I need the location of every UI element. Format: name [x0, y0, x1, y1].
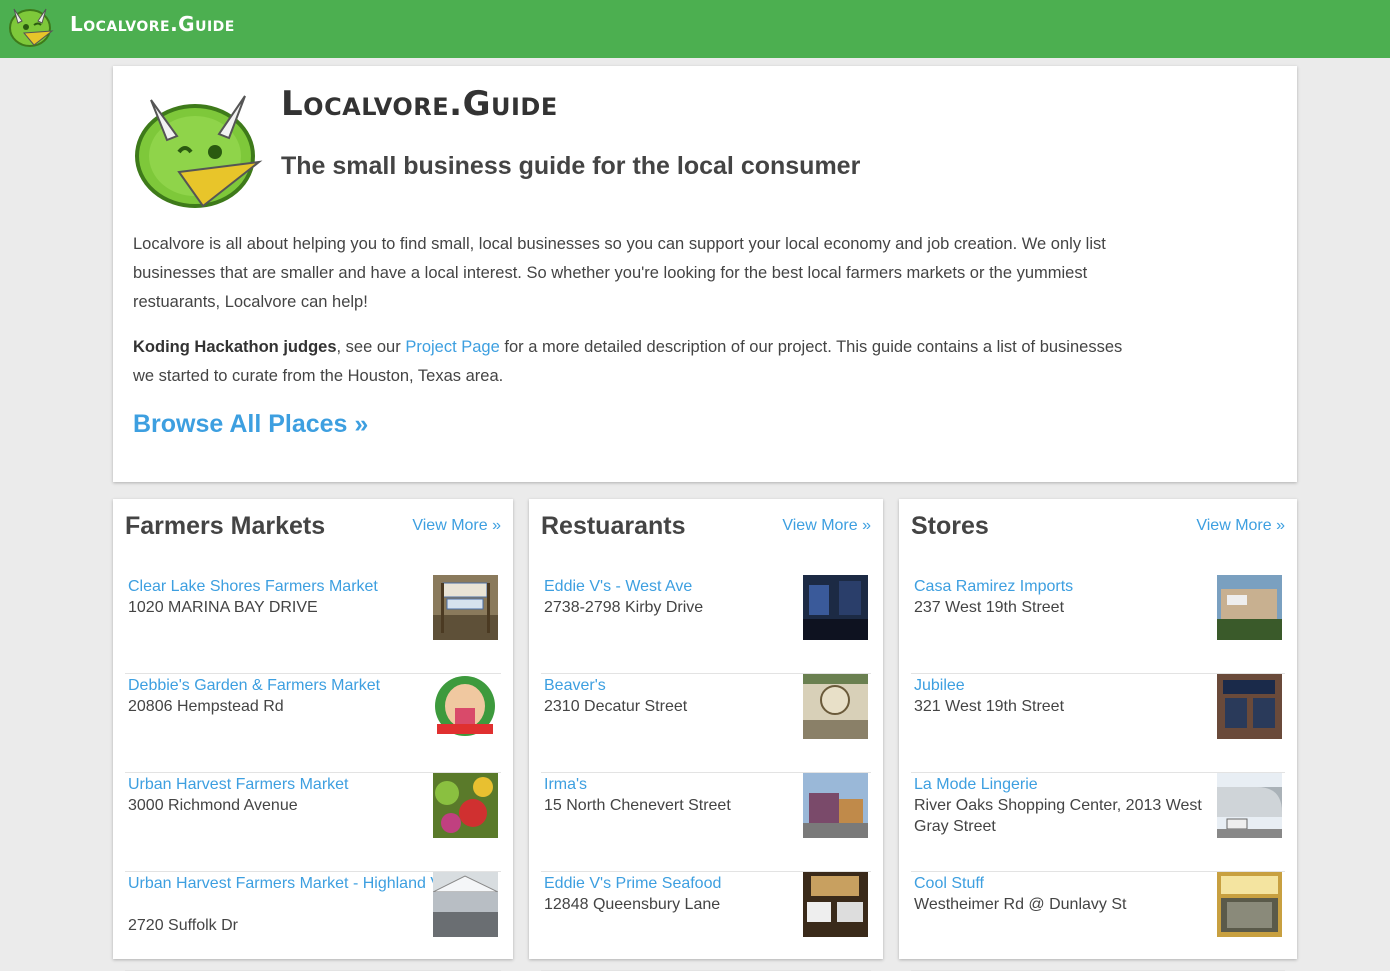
place-address: River Oaks Shopping Center, 2013 West Gr…	[914, 797, 1202, 835]
triceratops-logo-icon	[135, 95, 263, 208]
place-address: 237 West 19th Street	[914, 599, 1065, 616]
list-item: Eddie V's Prime Seafood 12848 Queensbury…	[541, 872, 871, 971]
place-link[interactable]: Urban Harvest Farmers Market	[128, 774, 349, 795]
place-link[interactable]: Eddie V's - West Ave	[544, 576, 692, 597]
place-address: 2720 Suffolk Dr	[128, 917, 238, 934]
intro-paragraph: Localvore is all about helping you to fi…	[133, 235, 1106, 311]
list-item: Debbie's Garden & Farmers Market 20806 H…	[125, 674, 501, 773]
place-thumbnail[interactable]	[1217, 872, 1282, 937]
place-thumbnail[interactable]	[803, 674, 868, 739]
place-thumbnail[interactable]	[433, 773, 498, 838]
place-address: 20806 Hempstead Rd	[128, 698, 284, 715]
place-address: 12848 Queensbury Lane	[544, 896, 721, 913]
place-thumbnail[interactable]	[803, 575, 868, 640]
view-more-link[interactable]: View More »	[782, 517, 871, 535]
place-thumbnail[interactable]	[1217, 674, 1282, 739]
view-more-link[interactable]: View More »	[1196, 517, 1285, 535]
place-thumbnail[interactable]	[1217, 575, 1282, 640]
place-address: 2738-2798 Kirby Drive	[544, 599, 704, 616]
list-item: Eddie V's - West Ave 2738-2798 Kirby Dri…	[541, 575, 871, 674]
place-list: Clear Lake Shores Farmers Market 1020 MA…	[125, 575, 501, 971]
place-link[interactable]: Clear Lake Shores Farmers Market	[128, 576, 378, 597]
restuarants-panel: Restuarants View More » Eddie V's - West…	[529, 499, 883, 971]
place-link[interactable]: Beaver's	[544, 675, 606, 696]
place-list: Casa Ramirez Imports 237 West 19th Stree…	[911, 575, 1285, 971]
section-title: Restuarants	[541, 512, 686, 540]
farmers-markets-panel: Farmers Markets View More » Clear Lake S…	[113, 499, 513, 971]
place-link[interactable]: Jubilee	[914, 675, 965, 696]
list-item: Irma's 15 North Chenevert Street	[541, 773, 871, 872]
place-link[interactable]: Casa Ramirez Imports	[914, 576, 1073, 597]
place-address: 15 North Chenevert Street	[544, 797, 731, 814]
judges-text-pre: , see our	[336, 338, 406, 356]
place-address: 2310 Decatur Street	[544, 698, 688, 715]
place-list: Eddie V's - West Ave 2738-2798 Kirby Dri…	[541, 575, 871, 971]
place-thumbnail[interactable]	[433, 872, 498, 937]
browse-all-places-link[interactable]: Browse All Places »	[133, 410, 368, 439]
triceratops-logo-icon[interactable]	[6, 3, 58, 49]
list-item: Jubilee 321 West 19th Street	[911, 674, 1285, 773]
place-thumbnail[interactable]	[1217, 773, 1282, 838]
place-link[interactable]: Urban Harvest Farmers Market - Highland …	[128, 873, 478, 894]
list-item: Clear Lake Shores Farmers Market 1020 MA…	[125, 575, 501, 674]
judges-label: Koding Hackathon judges	[133, 338, 337, 356]
place-link[interactable]: La Mode Lingerie	[914, 774, 1038, 795]
page-title: Localvore.Guide	[281, 84, 558, 124]
brand-link[interactable]: Localvore.Guide	[70, 12, 235, 36]
place-thumbnail[interactable]	[433, 575, 498, 640]
section-title: Stores	[911, 512, 989, 540]
top-navbar: Localvore.Guide	[0, 0, 1390, 58]
place-link[interactable]: Cool Stuff	[914, 873, 984, 894]
list-item: La Mode Lingerie River Oaks Shopping Cen…	[911, 773, 1285, 872]
place-link[interactable]: Eddie V's Prime Seafood	[544, 873, 721, 894]
list-item: Beaver's 2310 Decatur Street	[541, 674, 871, 773]
place-thumbnail[interactable]	[433, 674, 498, 739]
list-item: Cool Stuff Westheimer Rd @ Dunlavy St	[911, 872, 1285, 971]
judges-paragraph: Koding Hackathon judges, see our Project…	[133, 333, 1123, 391]
project-page-link[interactable]: Project Page	[405, 338, 499, 356]
place-thumbnail[interactable]	[803, 773, 868, 838]
place-address: Westheimer Rd @ Dunlavy St	[914, 896, 1127, 913]
place-thumbnail[interactable]	[803, 872, 868, 937]
list-item: Urban Harvest Farmers Market 3000 Richmo…	[125, 773, 501, 872]
section-title: Farmers Markets	[125, 512, 326, 540]
view-more-link[interactable]: View More »	[412, 517, 501, 535]
place-link[interactable]: Debbie's Garden & Farmers Market	[128, 675, 380, 696]
place-link[interactable]: Irma's	[544, 774, 587, 795]
list-item: Urban Harvest Farmers Market - Highland …	[125, 872, 501, 971]
stores-panel: Stores View More » Casa Ramirez Imports …	[899, 499, 1297, 971]
page-tagline: The small business guide for the local c…	[281, 152, 861, 180]
place-address: 321 West 19th Street	[914, 698, 1065, 715]
place-address: 1020 MARINA BAY DRIVE	[128, 599, 318, 616]
list-item: Casa Ramirez Imports 237 West 19th Stree…	[911, 575, 1285, 674]
place-address: 3000 Richmond Avenue	[128, 797, 298, 814]
hero-panel: Localvore.Guide The small business guide…	[113, 66, 1297, 482]
